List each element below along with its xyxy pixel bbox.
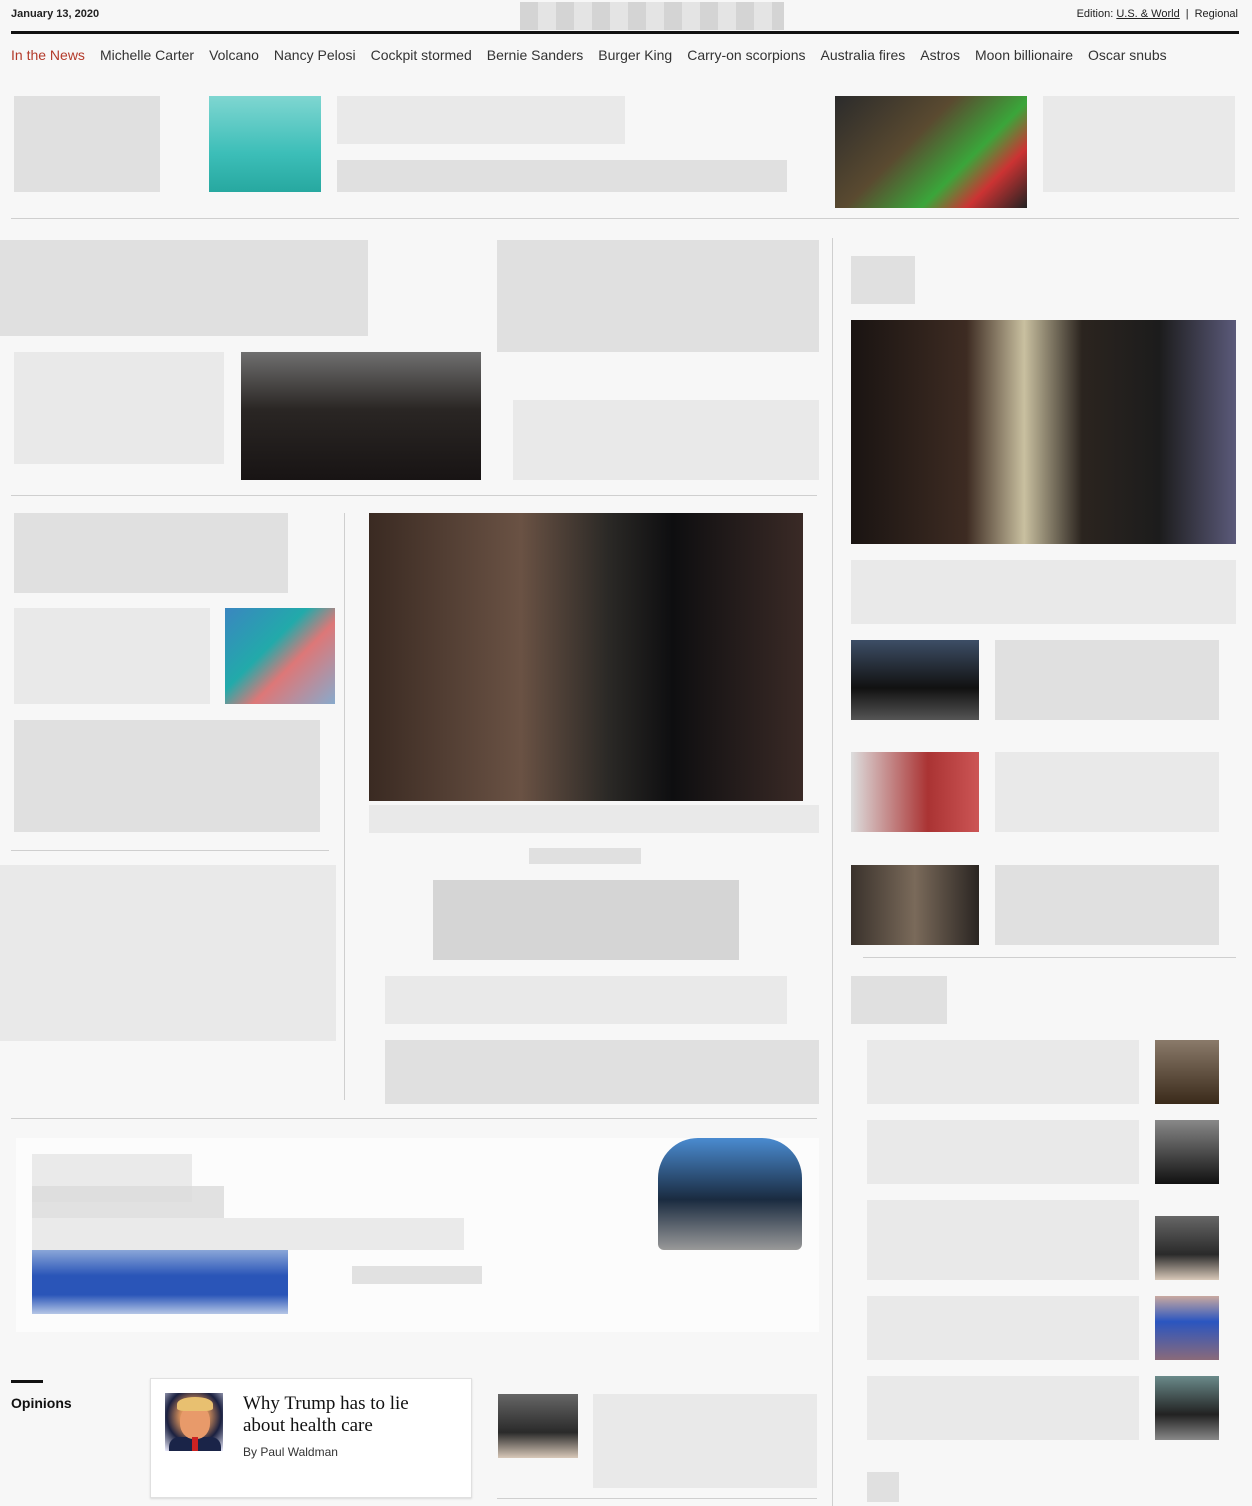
- rail-thumb-2[interactable]: [851, 752, 979, 832]
- top-strip-story-1[interactable]: [14, 96, 160, 192]
- nav-carry-on-scorpions[interactable]: Carry-on scorpions: [687, 47, 805, 67]
- author-photo-tie: [192, 1437, 198, 1451]
- feature-related-links[interactable]: [385, 1040, 819, 1104]
- lead-headline-1[interactable]: [0, 240, 368, 336]
- feature-photo[interactable]: [369, 513, 803, 801]
- edition-label: Edition:: [1076, 8, 1114, 20]
- rail-list-thumb-4[interactable]: [1155, 1296, 1219, 1360]
- opinion-story-2[interactable]: [593, 1394, 817, 1488]
- nav-in-the-news[interactable]: In the News: [11, 47, 85, 67]
- edition-us-world-link[interactable]: U.S. & World: [1116, 8, 1179, 20]
- top-strip-headline-2[interactable]: [337, 96, 625, 144]
- rail-list-item-2[interactable]: [867, 1120, 1139, 1184]
- rail-story-3[interactable]: [995, 865, 1219, 945]
- rail-lead-headline[interactable]: [851, 560, 1236, 624]
- rail-list-label: [851, 976, 947, 1024]
- rail-list-item-4[interactable]: [867, 1296, 1139, 1360]
- lead-divider: [11, 495, 817, 496]
- nav-bernie-sanders[interactable]: Bernie Sanders: [487, 47, 584, 67]
- rail-list-item-6[interactable]: [867, 1472, 899, 1502]
- feature-summary: [385, 976, 787, 1024]
- opinions-label-bar: [11, 1380, 43, 1383]
- nav-astros[interactable]: Astros: [920, 47, 960, 67]
- nav-michelle-carter[interactable]: Michelle Carter: [100, 47, 194, 67]
- lead-headline-2[interactable]: [497, 240, 819, 352]
- promo-body: [32, 1218, 464, 1250]
- nav-nancy-pelosi[interactable]: Nancy Pelosi: [274, 47, 356, 67]
- middle-divider: [11, 1118, 817, 1119]
- nav-burger-king[interactable]: Burger King: [598, 47, 672, 67]
- lead-image-1[interactable]: [241, 352, 481, 480]
- top-strip-divider: [11, 218, 1239, 219]
- top-strip-image-1[interactable]: [209, 96, 321, 192]
- nav-australia-fires[interactable]: Australia fires: [820, 47, 905, 67]
- opinion-card[interactable]: Why Trump has to lie about health care B…: [150, 1378, 472, 1498]
- promo-cta-button[interactable]: [32, 1250, 288, 1314]
- rail-list-item-5[interactable]: [867, 1376, 1139, 1440]
- rail-list-thumb-1[interactable]: [1155, 1040, 1219, 1104]
- opinions-section-label[interactable]: Opinions: [11, 1395, 72, 1411]
- edition-separator: |: [1185, 8, 1189, 20]
- rail-divider: [863, 957, 1236, 958]
- byline-author[interactable]: Paul Waldman: [260, 1445, 338, 1459]
- author-photo-hair: [177, 1397, 213, 1411]
- promo-illustration: [658, 1138, 802, 1250]
- rail-list-item-1[interactable]: [867, 1040, 1139, 1104]
- author-photo[interactable]: [165, 1393, 223, 1451]
- feature-kicker: [529, 848, 641, 864]
- right-rail-rule: [832, 238, 833, 1506]
- masthead-logo[interactable]: [520, 2, 784, 30]
- opinion-thumb-2[interactable]: [498, 1394, 578, 1458]
- nav-volcano[interactable]: Volcano: [209, 47, 259, 67]
- lead-summary-2[interactable]: [513, 400, 819, 480]
- opinion-divider: [497, 1498, 817, 1499]
- rail-thumb-3[interactable]: [851, 865, 979, 945]
- promo-secondary-link[interactable]: [352, 1266, 482, 1284]
- top-strip-story-3[interactable]: [1043, 96, 1235, 192]
- edition-regional-link[interactable]: Regional: [1195, 8, 1238, 20]
- middle-column-rule: [344, 513, 345, 1100]
- story-image-3[interactable]: [225, 608, 335, 704]
- byline-prefix: By: [243, 1445, 258, 1459]
- header-rule: [11, 31, 1239, 34]
- rail-thumb-1[interactable]: [851, 640, 979, 720]
- rail-list-item-3[interactable]: [867, 1200, 1139, 1280]
- rail-story-1[interactable]: [995, 640, 1219, 720]
- story-headline-3[interactable]: [14, 513, 288, 593]
- left-column-divider: [11, 850, 329, 851]
- lead-summary-1[interactable]: [14, 352, 224, 464]
- in-the-news-nav: In the News Michelle Carter Volcano Nanc…: [11, 47, 1167, 67]
- page-date: January 13, 2020: [11, 8, 100, 20]
- opinion-byline: By Paul Waldman: [243, 1445, 338, 1459]
- nav-cockpit-stormed[interactable]: Cockpit stormed: [371, 47, 472, 67]
- story-block-4[interactable]: [0, 865, 336, 1041]
- opinion-headline[interactable]: Why Trump has to lie about health care: [243, 1393, 453, 1437]
- nav-moon-billionaire[interactable]: Moon billionaire: [975, 47, 1073, 67]
- feature-photo-caption: [369, 805, 819, 833]
- promo-subheading: [32, 1186, 224, 1218]
- rail-list-thumb-2[interactable]: [1155, 1120, 1219, 1184]
- rail-list-thumb-3[interactable]: [1155, 1216, 1219, 1280]
- nav-oscar-snubs[interactable]: Oscar snubs: [1088, 47, 1167, 67]
- story-summary-3[interactable]: [14, 608, 210, 704]
- promo-box[interactable]: [16, 1138, 819, 1332]
- top-strip-image-3[interactable]: [835, 96, 1027, 208]
- feature-headline[interactable]: [433, 880, 739, 960]
- top-strip-summary-2[interactable]: [337, 160, 787, 192]
- edition-switcher: Edition: U.S. & World | Regional: [1077, 8, 1238, 20]
- rail-list-thumb-5[interactable]: [1155, 1376, 1219, 1440]
- rail-section-label: [851, 256, 915, 304]
- rail-lead-image[interactable]: [851, 320, 1236, 544]
- story-list-3[interactable]: [14, 720, 320, 832]
- rail-story-2[interactable]: [995, 752, 1219, 832]
